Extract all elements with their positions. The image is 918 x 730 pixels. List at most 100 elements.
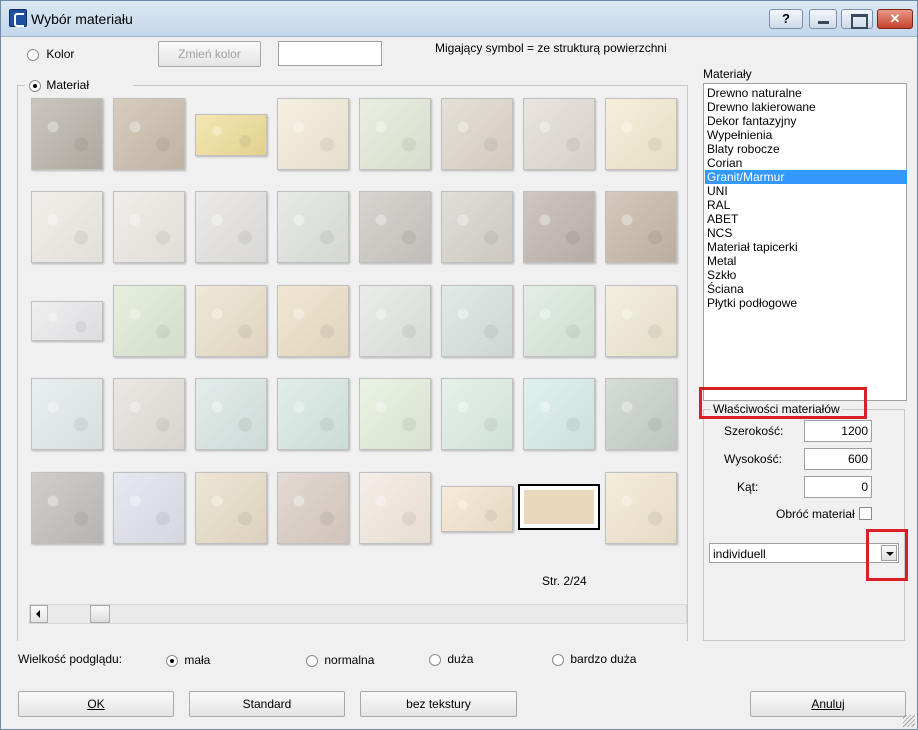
swatch-light-grey-plain[interactable] [359, 285, 431, 357]
width-field[interactable]: 1200 [804, 420, 872, 442]
group-border-top-left [17, 85, 25, 86]
swatch-brown-granite[interactable] [605, 191, 677, 263]
swatch-blue-white-speckled[interactable] [113, 472, 185, 544]
swatch-beige-veined[interactable] [195, 472, 267, 544]
swatch-blue-green-marble[interactable] [441, 285, 513, 357]
swatch-mint-veined[interactable] [113, 285, 185, 357]
swatch-cream-speckled[interactable] [277, 98, 349, 170]
swatch-aqua-light[interactable] [523, 378, 595, 450]
list-item[interactable]: Materiał tapicerki [705, 240, 907, 254]
kolor-radio-group[interactable]: Kolor [27, 47, 74, 61]
swatch-light-taupe[interactable] [523, 98, 595, 170]
swatch-yellow-plain[interactable] [195, 114, 267, 156]
group-border-top-right [133, 85, 688, 86]
preview-option-normal[interactable]: normalna [306, 653, 374, 667]
swatch-pale-yellow-marble[interactable] [605, 98, 677, 170]
material-label: Materiał [46, 78, 90, 92]
swatch-beige-marble[interactable] [195, 285, 267, 357]
option-small-label: mała [184, 653, 211, 667]
material-dialog: Wybór materiału ? ✕ Kolor Zmień kolor Mi… [0, 0, 918, 730]
swatch-peach-light[interactable] [359, 472, 431, 544]
preview-option-xlarge[interactable]: bardzo duża [552, 652, 636, 666]
preview-option-small[interactable]: mała [166, 653, 210, 667]
swatch-off-white[interactable] [113, 191, 185, 263]
swatch-cream-crackle[interactable] [605, 285, 677, 357]
swatch-green-veined-marble[interactable] [523, 285, 595, 357]
swatch-pale-green-speckled[interactable] [359, 98, 431, 170]
swatch-grey-green-veined[interactable] [277, 191, 349, 263]
swatch-warm-grey[interactable] [441, 98, 513, 170]
swatch-white-marble-slab[interactable] [31, 301, 103, 341]
resize-grip-icon[interactable] [903, 715, 915, 727]
no-texture-button[interactable]: bez tekstury [360, 691, 517, 717]
height-field[interactable]: 600 [804, 448, 872, 470]
horizontal-scrollbar[interactable] [29, 604, 687, 624]
cancel-button[interactable]: Anuluj [750, 691, 906, 717]
minimize-button[interactable] [809, 9, 837, 29]
swatch-cream-slab[interactable] [441, 486, 513, 532]
close-button[interactable]: ✕ [877, 9, 913, 29]
scroll-thumb[interactable] [90, 605, 110, 623]
swatch-aqua-mottled[interactable] [277, 378, 349, 450]
list-item[interactable]: Granit/Marmur [705, 170, 907, 184]
color-preview-field [278, 41, 382, 66]
blink-note: Migający symbol = ze strukturą powierzch… [435, 41, 667, 55]
swatch-grey-beige-stone[interactable] [441, 191, 513, 263]
material-radio-group[interactable]: Materiał [29, 78, 89, 92]
help-button[interactable]: ? [769, 9, 803, 29]
list-item[interactable]: Drewno naturalne [705, 86, 907, 100]
option-xlarge-label: bardzo duża [570, 652, 637, 666]
preview-size-label: Wielkość podglądu: [18, 652, 123, 666]
radio-large[interactable] [429, 653, 441, 666]
ok-button[interactable]: OK [18, 691, 174, 717]
list-item[interactable]: Drewno lakierowane [705, 100, 907, 114]
properties-group [703, 409, 905, 641]
swatch-grey-slate[interactable] [31, 472, 103, 544]
swatch-sand-slab-selected[interactable] [518, 484, 600, 530]
swatch-sand-marble[interactable] [277, 285, 349, 357]
list-item[interactable]: Metal [705, 254, 907, 268]
highlight-properties-label [699, 387, 867, 419]
swatch-white-speckled[interactable] [31, 191, 103, 263]
materials-listbox[interactable]: Drewno naturalne Drewno lakierowane Dekor … [703, 83, 907, 401]
list-item[interactable]: RAL [705, 198, 907, 212]
swatch-ivory-crackle[interactable] [605, 472, 677, 544]
swatch-granite-beige[interactable] [113, 98, 185, 170]
radio-normal[interactable] [306, 654, 318, 667]
kolor-radio[interactable] [27, 48, 39, 61]
swatch-pale-green[interactable] [359, 378, 431, 450]
angle-field[interactable]: 0 [804, 476, 872, 498]
kolor-label: Kolor [46, 47, 75, 61]
standard-button[interactable]: Standard [189, 691, 345, 717]
list-item[interactable]: Wypełnienia [705, 128, 907, 142]
list-item[interactable]: UNI [705, 184, 907, 198]
list-item[interactable]: Płytki podłogowe [705, 296, 907, 310]
radio-small[interactable] [166, 654, 178, 667]
swatch-mint-green[interactable] [441, 378, 513, 450]
scroll-left-arrow-icon[interactable] [30, 605, 48, 623]
swatch-aqua-veined[interactable] [195, 378, 267, 450]
swatch-granite-grey[interactable] [31, 98, 103, 170]
swatch-stone-grey[interactable] [113, 378, 185, 450]
list-item[interactable]: Blaty robocze [705, 142, 907, 156]
preview-option-large[interactable]: duża [429, 652, 473, 666]
swatch-rose-veined[interactable] [277, 472, 349, 544]
change-color-button[interactable]: Zmień kolor [158, 41, 261, 67]
swatch-white-dots[interactable] [31, 378, 103, 450]
swatch-grey-green-crackle[interactable] [605, 378, 677, 450]
radio-xlarge[interactable] [552, 653, 564, 666]
swatch-grey-white-speckled[interactable] [195, 191, 267, 263]
maximize-button[interactable] [841, 9, 873, 29]
list-item[interactable]: ABET [705, 212, 907, 226]
highlight-dropdown-arrow [866, 529, 908, 581]
list-item[interactable]: NCS [705, 226, 907, 240]
list-item[interactable]: Dekor fantazyjny [705, 114, 907, 128]
rotate-checkbox[interactable] [859, 507, 872, 520]
swatch-dark-speckled[interactable] [359, 191, 431, 263]
list-item[interactable]: Szkło [705, 268, 907, 282]
option-normal-label: normalna [324, 653, 375, 667]
list-item[interactable]: Ściana [705, 282, 907, 296]
list-item[interactable]: Corian [705, 156, 907, 170]
material-radio[interactable] [29, 79, 41, 92]
swatch-pink-granite[interactable] [523, 191, 595, 263]
